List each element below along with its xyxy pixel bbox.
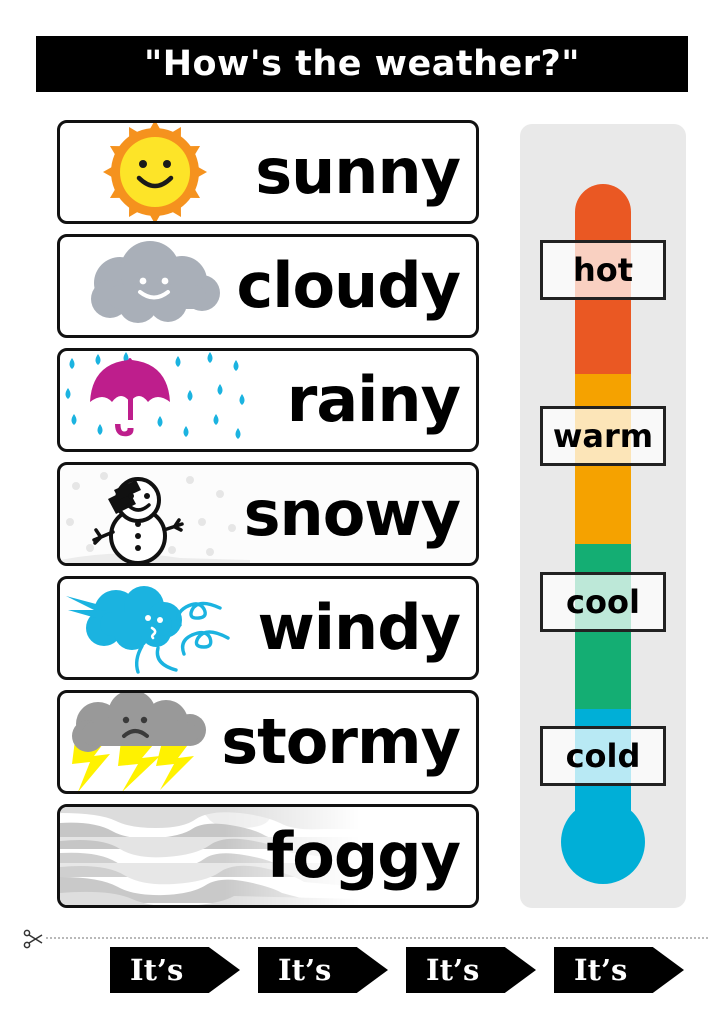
its-strip[interactable]: It’s: [110, 947, 240, 993]
thermometer-panel: hot warm cool cold: [520, 124, 686, 908]
poster-title-bar: "How's the weather?": [36, 36, 688, 92]
cloud-icon: [60, 237, 250, 335]
weather-card-sunny[interactable]: sunny: [57, 120, 479, 224]
weather-card-stormy[interactable]: stormy: [57, 690, 479, 794]
its-strip-label: It’s: [426, 952, 480, 987]
sun-icon: [60, 123, 250, 221]
scissors-icon: [22, 928, 44, 950]
snowman-icon: [60, 465, 250, 563]
its-strip[interactable]: It’s: [554, 947, 684, 993]
weather-card-snowy[interactable]: snowy: [57, 462, 479, 566]
weather-label-rainy: rainy: [286, 363, 461, 436]
weather-card-cloudy[interactable]: cloudy: [57, 234, 479, 338]
weather-label-windy: windy: [257, 591, 461, 664]
thermometer-label-warm: warm: [540, 406, 666, 466]
its-strip-label: It’s: [130, 952, 184, 987]
weather-label-cloudy: cloudy: [236, 249, 461, 322]
its-strip[interactable]: It’s: [406, 947, 536, 993]
thermometer-bulb: [561, 800, 645, 884]
umbrella-rain-icon: [60, 351, 250, 449]
cut-line: [46, 937, 708, 939]
thermometer-label-cold: cold: [540, 726, 666, 786]
its-strip-label: It’s: [574, 952, 628, 987]
thermometer-label-hot: hot: [540, 240, 666, 300]
its-strip-list: It’s It’s It’s It’s: [110, 947, 684, 993]
weather-card-rainy[interactable]: rainy: [57, 348, 479, 452]
weather-label-sunny: sunny: [255, 135, 461, 208]
weather-card-foggy[interactable]: foggy: [57, 804, 479, 908]
weather-label-foggy: foggy: [266, 819, 461, 892]
page-title: "How's the weather?": [143, 43, 581, 84]
weather-label-snowy: snowy: [243, 477, 461, 550]
weather-card-list: sunny cloudy rainy snowy windy stormy fo…: [57, 120, 479, 918]
weather-label-stormy: stormy: [221, 705, 461, 778]
weather-card-windy[interactable]: windy: [57, 576, 479, 680]
its-strip-label: It’s: [278, 952, 332, 987]
its-strip[interactable]: It’s: [258, 947, 388, 993]
weather-poster: "How's the weather?" sunny cloudy rainy …: [0, 0, 724, 1024]
windy-cloud-icon: [60, 579, 250, 677]
thermometer-label-cool: cool: [540, 572, 666, 632]
